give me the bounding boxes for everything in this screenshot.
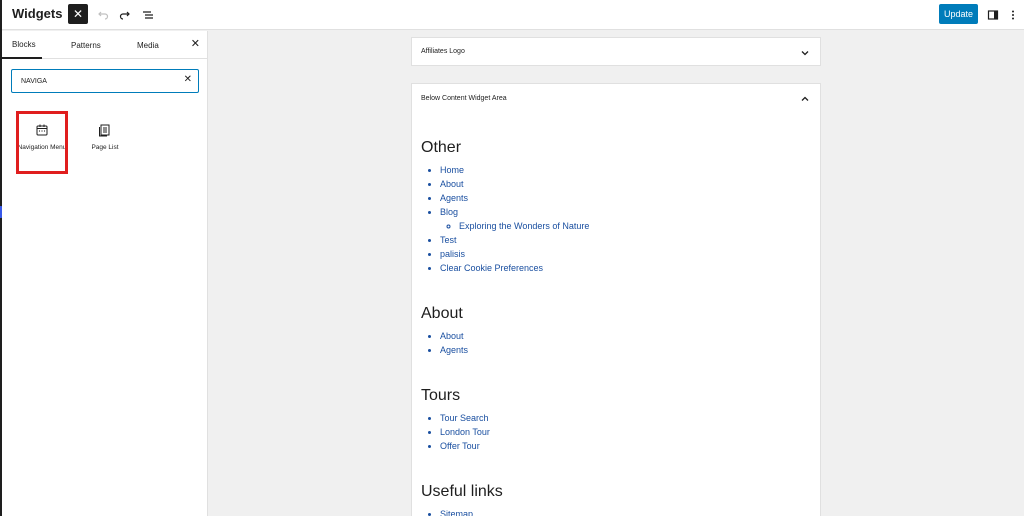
link-list: Sitemap xyxy=(421,507,801,516)
block-search-input[interactable] xyxy=(21,74,171,88)
menu-link-label[interactable]: Blog xyxy=(440,207,458,217)
close-inserter-button[interactable]: ✕ xyxy=(68,4,88,24)
menu-link[interactable]: palisis xyxy=(440,247,801,261)
block-search-field[interactable]: ✕ xyxy=(11,69,199,93)
menu-link[interactable]: Offer Tour xyxy=(440,439,801,453)
widget-tours: Tours Tour Search London Tour Offer Tour xyxy=(421,387,801,453)
widget-area-title: Affiliates Logo xyxy=(421,48,465,55)
close-icon: ✕ xyxy=(72,7,84,21)
page-title: Widgets xyxy=(12,6,63,21)
widget-about: About About Agents xyxy=(421,305,801,357)
tab-blocks[interactable]: Blocks xyxy=(2,31,42,59)
sidebar-toggle-icon xyxy=(987,10,999,20)
widget-title: Tours xyxy=(421,387,461,404)
menu-link[interactable]: Blog Exploring the Wonders of Nature xyxy=(440,205,801,233)
clear-search-icon[interactable]: ✕ xyxy=(184,74,192,86)
list-view-icon xyxy=(143,11,153,19)
tab-media[interactable]: Media xyxy=(137,31,159,59)
undo-button[interactable] xyxy=(94,6,112,24)
inserter-tabs: Blocks Patterns Media ✕ xyxy=(2,31,208,59)
widget-useful-links: Useful links Sitemap xyxy=(421,483,801,516)
widget-area-title: Below Content Widget Area xyxy=(421,95,507,102)
widget-content: Other Home About Agents Blog Exploring t… xyxy=(421,139,801,516)
widget-title: Useful links xyxy=(421,483,503,500)
link-list: Home About Agents Blog Exploring the Won… xyxy=(421,163,801,275)
widget-area-below-content: Below Content Widget Area Other Home Abo… xyxy=(411,83,821,516)
menu-link[interactable]: Test xyxy=(440,233,801,247)
menu-link[interactable]: Sitemap xyxy=(440,507,801,516)
tab-patterns[interactable]: Patterns xyxy=(71,31,101,59)
update-button[interactable]: Update xyxy=(939,4,978,24)
link-list: Tour Search London Tour Offer Tour xyxy=(421,411,801,453)
widget-other: Other Home About Agents Blog Exploring t… xyxy=(421,139,801,275)
redo-icon xyxy=(119,11,130,20)
menu-link[interactable]: Home xyxy=(440,163,801,177)
menu-link[interactable]: Clear Cookie Preferences xyxy=(440,261,801,275)
menu-link[interactable]: Tour Search xyxy=(440,411,801,425)
chevron-up-icon[interactable] xyxy=(800,94,810,104)
page-list-icon xyxy=(99,124,110,137)
selection-highlight xyxy=(16,111,68,174)
menu-link[interactable]: Exploring the Wonders of Nature xyxy=(459,219,801,233)
editor-header: Widgets ✕ Update xyxy=(2,0,1024,30)
menu-link[interactable]: London Tour xyxy=(440,425,801,439)
menu-link[interactable]: About xyxy=(440,329,801,343)
block-label: Page List xyxy=(91,144,119,151)
block-inserter-panel: Blocks Patterns Media ✕ ✕ Navigation Men… xyxy=(2,31,208,516)
redo-button[interactable] xyxy=(116,6,134,24)
sub-link-list: Exploring the Wonders of Nature xyxy=(440,219,801,233)
widget-title: Other xyxy=(421,139,462,156)
more-options-button[interactable] xyxy=(1004,6,1022,24)
chevron-down-icon[interactable] xyxy=(800,48,810,58)
widget-title: About xyxy=(421,305,463,322)
settings-sidebar-button[interactable] xyxy=(984,6,1002,24)
menu-link[interactable]: Agents xyxy=(440,343,801,357)
menu-link[interactable]: About xyxy=(440,177,801,191)
more-vertical-icon xyxy=(1012,10,1014,20)
block-page-list[interactable]: Page List xyxy=(79,111,131,175)
list-view-button[interactable] xyxy=(139,6,157,24)
link-list: About Agents xyxy=(421,329,801,357)
close-inserter-icon[interactable]: ✕ xyxy=(191,39,200,50)
undo-icon xyxy=(98,11,109,20)
menu-link[interactable]: Agents xyxy=(440,191,801,205)
widget-area-affiliates-logo[interactable]: Affiliates Logo xyxy=(411,37,821,66)
